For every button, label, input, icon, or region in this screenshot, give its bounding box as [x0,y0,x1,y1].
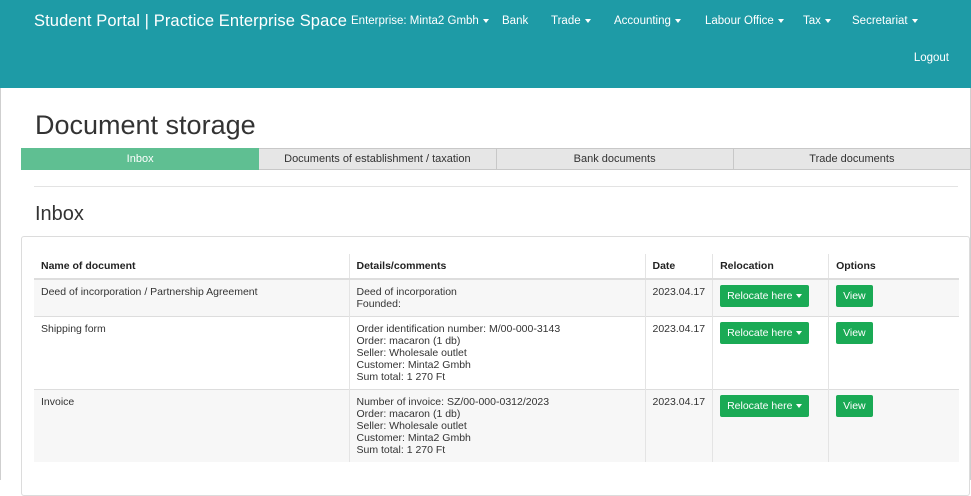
nav-accounting-label: Accounting [614,15,671,27]
document-details: Deed of incorporation Founded: [348,278,645,317]
tab-trade-documents[interactable]: Trade documents [733,148,971,170]
table-row: Deed of incorporation / Partnership Agre… [34,278,959,317]
document-details: Number of invoice: SZ/00-000-0312/2023 O… [348,389,645,462]
caret-down-icon [796,331,803,336]
nav-secretariat[interactable]: Secretariat [852,15,918,27]
document-name: Invoice [34,389,349,462]
relocate-label: Relocate here [727,327,793,339]
nav-labour-office[interactable]: Labour Office [705,15,784,27]
caret-down-icon [911,18,918,23]
document-date: 2023.04.17 [644,389,713,462]
detail-line: Seller: Wholesale outlet [356,420,467,432]
nav-tax[interactable]: Tax [803,15,831,27]
nav-accounting[interactable]: Accounting [614,15,681,27]
detail-line: Seller: Wholesale outlet [356,347,467,359]
detail-line: Sum total: 1 270 Ft [356,444,446,456]
detail-line: Sum total: 1 270 Ft [356,371,446,383]
page-title: Document storage [35,110,256,140]
inbox-panel: Name of document Details/comments Date R… [21,236,970,496]
caret-down-icon [796,294,803,299]
caret-down-icon [674,18,681,23]
detail-line: Order identification number: M/00-000-31… [356,323,561,335]
section-title: Inbox [35,203,84,225]
detail-line: Number of invoice: SZ/00-000-0312/2023 [356,396,550,408]
column-header-relocation: Relocation [712,254,829,280]
tab-establishment-taxation[interactable]: Documents of establishment / taxation [259,148,497,170]
relocate-label: Relocate here [727,400,793,412]
section-divider [34,186,958,187]
caret-down-icon [482,18,489,23]
documents-table: Name of document Details/comments Date R… [34,254,959,462]
detail-line: Order: macaron (1 db) [356,408,461,420]
detail-line: Founded: [356,298,401,310]
nav-bank[interactable]: Bank [502,15,528,27]
document-name: Shipping form [34,316,349,390]
nav-labour-office-label: Labour Office [705,15,774,27]
table-row: Invoice Number of invoice: SZ/00-000-031… [34,389,959,462]
view-button[interactable]: View [836,285,873,307]
view-button[interactable]: View [836,322,873,344]
relocate-label: Relocate here [727,290,793,302]
nav-bank-label: Bank [502,15,529,27]
nav-trade-label: Trade [551,15,581,27]
column-header-date: Date [644,254,713,280]
nav-enterprise[interactable]: Enterprise: Minta2 Gmbh [351,15,489,27]
options-cell: View [828,316,959,390]
table-row: Shipping form Order identification numbe… [34,316,959,390]
nav-secretariat-label: Secretariat [852,15,908,27]
document-details: Order identification number: M/00-000-31… [348,316,645,390]
caret-down-icon [824,18,831,23]
nav-tax-label: Tax [803,15,821,27]
relocation-cell: Relocate here [712,278,829,317]
brand-title[interactable]: Student Portal | Practice Enterprise Spa… [34,12,347,31]
tab-inbox[interactable]: Inbox [21,148,260,170]
document-tabs: Inbox Documents of establishment / taxat… [21,148,971,170]
detail-line: Customer: Minta2 Gmbh [356,432,471,444]
options-cell: View [828,278,959,317]
tab-bank-documents[interactable]: Bank documents [496,148,734,170]
nav-trade[interactable]: Trade [551,15,591,27]
view-button[interactable]: View [836,395,873,417]
caret-down-icon [796,404,803,409]
table-header-row: Name of document Details/comments Date R… [34,254,959,280]
detail-line: Customer: Minta2 Gmbh [356,359,471,371]
column-header-options: Options [828,254,959,280]
document-name: Deed of incorporation / Partnership Agre… [34,278,349,317]
document-date: 2023.04.17 [644,316,713,390]
options-cell: View [828,389,959,462]
column-header-details: Details/comments [348,254,645,280]
detail-line: Deed of incorporation [356,286,457,298]
document-date: 2023.04.17 [644,278,713,317]
column-header-name: Name of document [34,254,349,280]
caret-down-icon [584,18,591,23]
relocate-here-button[interactable]: Relocate here [720,322,810,344]
top-navbar: Student Portal | Practice Enterprise Spa… [0,0,971,88]
relocate-here-button[interactable]: Relocate here [720,395,810,417]
caret-down-icon [777,18,784,23]
relocate-here-button[interactable]: Relocate here [720,285,810,307]
relocation-cell: Relocate here [712,316,829,390]
detail-line: Order: macaron (1 db) [356,335,461,347]
relocation-cell: Relocate here [712,389,829,462]
logout-link[interactable]: Logout [914,52,949,64]
nav-enterprise-label: Enterprise: Minta2 Gmbh [351,15,479,27]
